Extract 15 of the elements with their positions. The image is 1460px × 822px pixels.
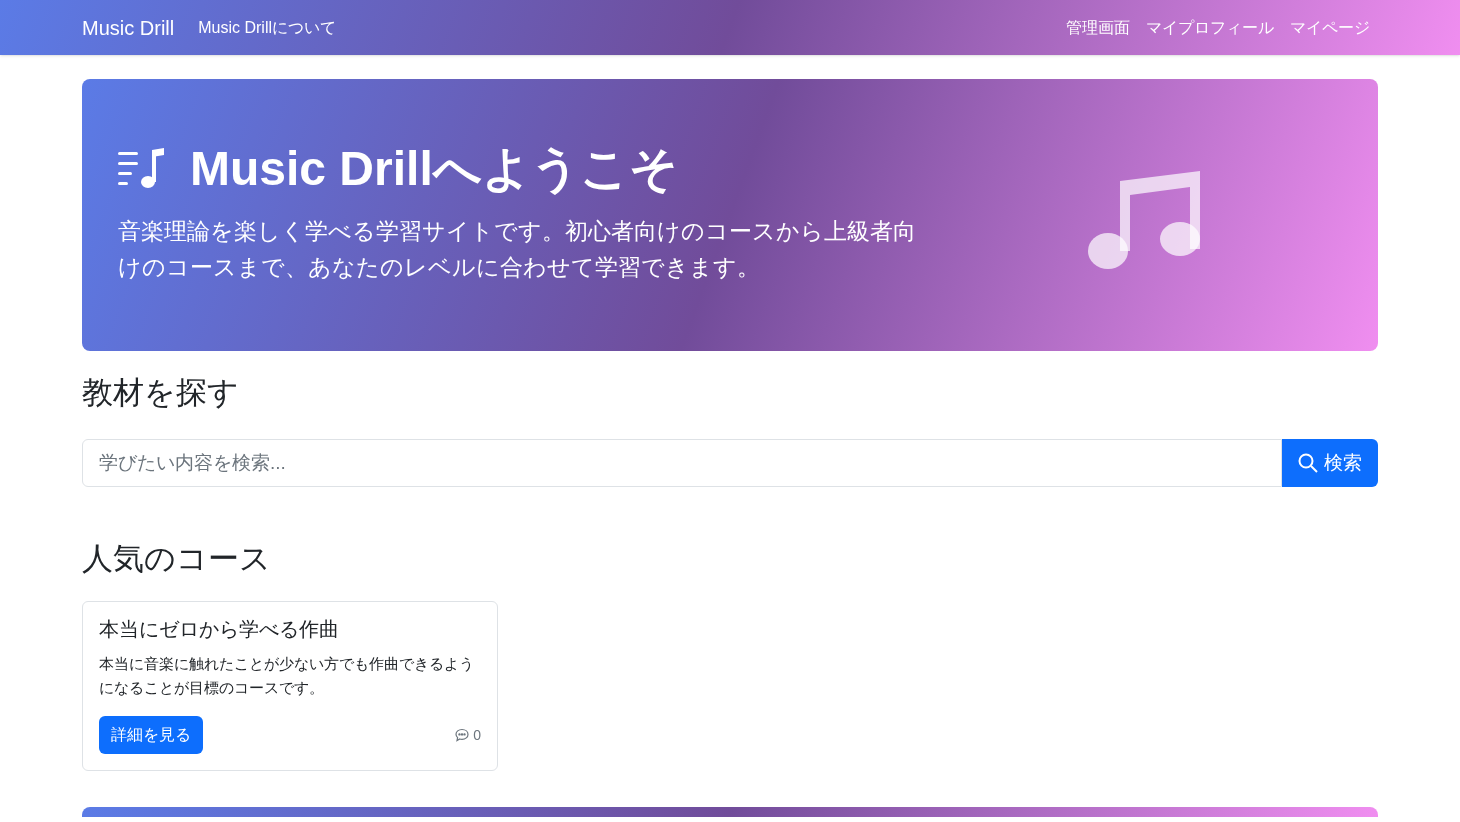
course-description: 本当に音楽に触れたことが少ない方でも作曲できるようになることが目標のコースです。 xyxy=(99,654,475,698)
nav-link[interactable]: 管理画面 xyxy=(1066,15,1130,40)
hero-description: 音楽理論を楽しく学べる学習サイトです。初心者向けのコースから上級者向けのコースまで、あなたのレベルに合わせて学習できます。 xyxy=(118,217,917,282)
course-title: 本当にゼロから学べる作曲 xyxy=(99,617,340,642)
brand-link[interactable]: Music Drill xyxy=(82,12,175,43)
nav-link[interactable]: マイプロフィール xyxy=(1146,15,1274,40)
search-button[interactable]: 検索 xyxy=(1282,439,1378,487)
nav-link[interactable]: マイページ xyxy=(1290,15,1370,40)
hero-title: Music Drillへようこそ xyxy=(190,145,678,193)
comment-count: 0 xyxy=(473,725,481,745)
details-button[interactable]: 詳細を見る xyxy=(99,716,203,754)
section-heading: 人気のコース xyxy=(82,540,272,578)
nav-link[interactable]: Music Drillについて xyxy=(198,15,336,40)
search-field[interactable]: 学びたい内容を検索... xyxy=(82,439,1282,487)
section-heading: 教材を探す xyxy=(82,374,240,412)
